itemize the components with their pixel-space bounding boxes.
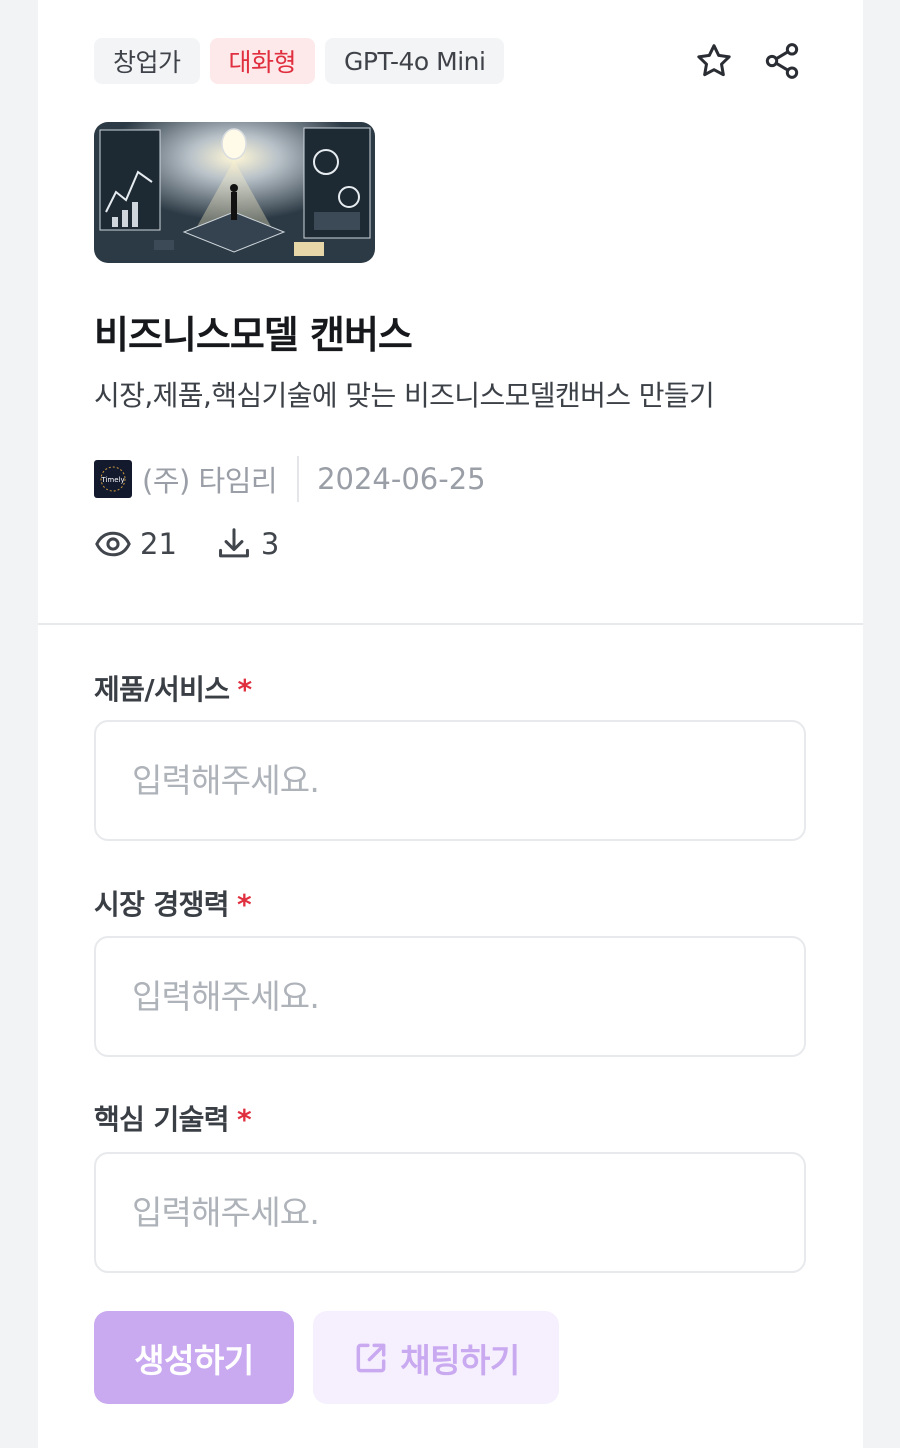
generate-button[interactable]: 생성하기 [94,1311,294,1404]
section-divider [38,623,863,625]
required-mark: * [236,888,252,921]
download-count-value: 3 [260,527,280,561]
product-service-input[interactable] [94,720,806,841]
top-actions [693,40,803,82]
external-link-icon [356,1343,386,1372]
app-detail-card: 창업가 대화형 GPT-4o Mini 비즈니스모델 캔버스 시장,제품,핵심기… [38,0,863,1448]
chat-button-label: 채팅하기 [400,1340,520,1380]
field-label-product-text: 제품/서비스 [94,673,230,706]
tag-category[interactable]: 창업가 [94,38,200,84]
svg-text:Timely: Timely [100,476,124,484]
field-label-market-text: 시장 경쟁력 [94,888,230,921]
market-competitiveness-input[interactable] [94,936,806,1057]
tag-model[interactable]: GPT-4o Mini [325,38,505,84]
tag-type[interactable]: 대화형 [209,38,316,84]
view-count-value: 21 [140,527,177,561]
app-thumbnail [94,122,375,263]
author-avatar[interactable]: Timely [94,460,132,498]
download-icon [218,528,249,558]
core-technology-input[interactable] [94,1152,806,1273]
star-icon[interactable] [693,40,735,82]
required-mark: * [236,1103,252,1136]
stats-row: 21 3 [94,522,317,566]
eye-icon [95,531,131,557]
chat-button[interactable]: 채팅하기 [313,1311,559,1404]
field-label-product: 제품/서비스 * [94,668,252,708]
app-title: 비즈니스모델 캔버스 [94,313,413,357]
app-description: 시장,제품,핵심기술에 맞는 비즈니스모델캔버스 만들기 [94,379,715,412]
share-icon[interactable] [761,40,803,82]
view-count: 21 [94,525,177,563]
field-label-tech: 핵심 기술력 * [94,1098,252,1138]
field-label-tech-text: 핵심 기술력 [94,1103,230,1136]
required-mark: * [237,673,252,706]
publish-date: 2024-06-25 [317,462,486,496]
download-count: 3 [215,525,279,563]
author-name[interactable]: (주) 타임리 [142,458,278,500]
field-label-market: 시장 경쟁력 * [94,883,252,923]
meta-divider [297,456,300,502]
tag-list: 창업가 대화형 GPT-4o Mini [94,38,505,84]
author-meta: Timely (주) 타임리 2024-06-25 [94,456,486,502]
